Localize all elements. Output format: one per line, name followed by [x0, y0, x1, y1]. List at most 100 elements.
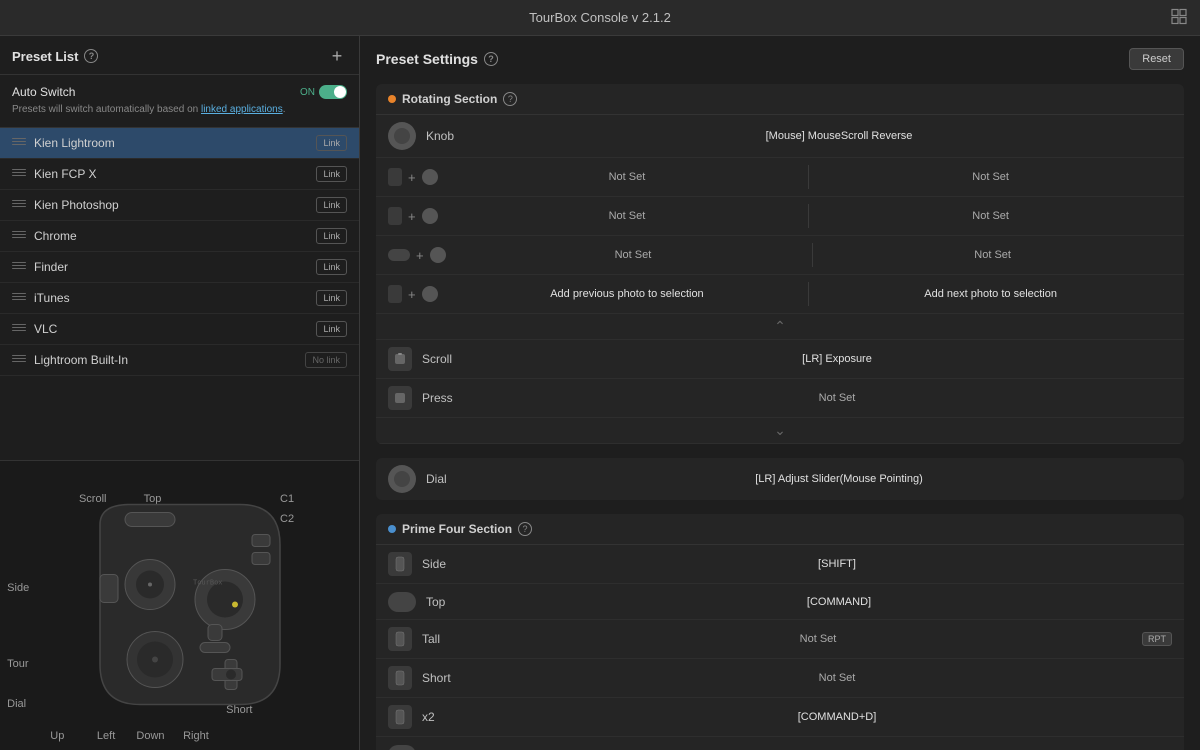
- prime-x2-1-row[interactable]: x2 [COMMAND+D]: [376, 698, 1184, 737]
- app-title: TourBox Console v 2.1.2: [529, 10, 671, 25]
- prime-short-row[interactable]: Short Not Set: [376, 659, 1184, 698]
- preset-list-help-icon[interactable]: ?: [84, 49, 98, 63]
- dial-section: Dial [LR] Adjust Slider(Mouse Pointing): [376, 458, 1184, 500]
- prime-four-title: Prime Four Section: [402, 522, 512, 536]
- combo-row-4-val2: Add next photo to selection: [809, 288, 1172, 300]
- drag-handle-5: [12, 293, 26, 303]
- auto-switch-toggle[interactable]: ON: [300, 85, 347, 99]
- preset-items-list: Kien Lightroom Link Kien FCP X Link Kien…: [0, 128, 359, 460]
- dial-value: [LR] Adjust Slider(Mouse Pointing): [506, 473, 1172, 485]
- left-panel: Preset List ? + Auto Switch ON Presets w…: [0, 36, 360, 750]
- window-icon[interactable]: [1170, 7, 1188, 25]
- preset-item-1[interactable]: Kien FCP X Link: [0, 159, 359, 190]
- combo-row-4-val1: Add previous photo to selection: [446, 288, 809, 300]
- plus-icon-3: +: [416, 248, 424, 263]
- knob-icon: [388, 122, 416, 150]
- preset-item-0[interactable]: Kien Lightroom Link: [0, 128, 359, 159]
- toggle-switch[interactable]: [319, 85, 347, 99]
- preset-name-4: Finder: [34, 260, 316, 274]
- combo-row-2-val1: Not Set: [446, 210, 809, 222]
- combo-row-4[interactable]: + Add previous photo to selection Add ne…: [376, 275, 1184, 314]
- svg-text:TourBox: TourBox: [193, 578, 223, 586]
- drag-handle-1: [12, 169, 26, 179]
- rotating-section-title: Rotating Section: [402, 92, 497, 106]
- prime-x2-1-icon: [388, 705, 412, 729]
- plus-icon-1: +: [408, 170, 416, 185]
- prime-x2-1-label: x2: [422, 710, 502, 724]
- combo-icon-3: +: [388, 247, 446, 263]
- prime-side-row[interactable]: Side [SHIFT]: [376, 545, 1184, 584]
- dial-label-device: Dial: [7, 698, 26, 710]
- preset-item-7[interactable]: Lightroom Built-In No link: [0, 345, 359, 376]
- combo-row-3-val2: Not Set: [813, 249, 1172, 261]
- expand-rotating[interactable]: ⌃: [376, 314, 1184, 340]
- knob-label: Knob: [426, 129, 506, 143]
- wide-icon: [388, 249, 410, 261]
- prime-top-row[interactable]: Top [COMMAND]: [376, 584, 1184, 620]
- preset-item-3[interactable]: Chrome Link: [0, 221, 359, 252]
- drag-handle-0: [12, 138, 26, 148]
- preset-item-6[interactable]: VLC Link: [0, 314, 359, 345]
- preset-settings-label: Preset Settings: [376, 51, 478, 67]
- drag-handle-3: [12, 231, 26, 241]
- right-label: Right: [183, 730, 209, 742]
- prime-short-label: Short: [422, 671, 502, 685]
- down-label: Down: [136, 730, 164, 742]
- preset-item-2[interactable]: Kien Photoshop Link: [0, 190, 359, 221]
- prime-short-icon: [388, 666, 412, 690]
- rotating-section-header: Rotating Section ?: [376, 84, 1184, 115]
- preset-name-5: iTunes: [34, 291, 316, 305]
- knob-row[interactable]: Knob [Mouse] MouseScroll Reverse: [376, 115, 1184, 158]
- expand-rotating-2[interactable]: ⌄: [376, 418, 1184, 444]
- plus-icon-4: +: [408, 287, 416, 302]
- preset-item-5[interactable]: iTunes Link: [0, 283, 359, 314]
- preset-settings-help-icon[interactable]: ?: [484, 52, 498, 66]
- link-badge-7: No link: [305, 352, 347, 368]
- reset-button[interactable]: Reset: [1129, 48, 1184, 70]
- rotating-section-help-icon[interactable]: ?: [503, 92, 517, 106]
- prime-four-help-icon[interactable]: ?: [518, 522, 532, 536]
- prime-tall-icon: [388, 627, 412, 651]
- scroll-icon: [388, 347, 412, 371]
- knob-inner: [394, 128, 410, 144]
- combo-row-2[interactable]: + Not Set Not Set: [376, 197, 1184, 236]
- right-panel: Preset Settings ? Reset Rotating Section…: [360, 36, 1200, 750]
- prime-short-value: Not Set: [502, 672, 1172, 684]
- link-badge-2: Link: [316, 197, 347, 213]
- side-label: Side: [7, 582, 29, 594]
- press-row-value: Not Set: [502, 392, 1172, 404]
- circle-icon-4: [422, 286, 438, 302]
- combo-row-3[interactable]: + Not Set Not Set: [376, 236, 1184, 275]
- auto-switch-row: Auto Switch ON: [12, 85, 347, 99]
- prime-side-icon: [388, 552, 412, 576]
- left-label: Left: [97, 730, 115, 742]
- dial-row[interactable]: Dial [LR] Adjust Slider(Mouse Pointing): [376, 458, 1184, 500]
- device-section: Scroll Top C1 C2 Side Tour Dial Knob Tal…: [0, 460, 359, 750]
- link-badge-3: Link: [316, 228, 347, 244]
- prime-tall-row[interactable]: Tall Not Set RPT: [376, 620, 1184, 659]
- prime-x2-2-row[interactable]: x2 [SPACE]: [376, 737, 1184, 750]
- add-preset-button[interactable]: +: [327, 46, 347, 66]
- combo-icon-2: +: [388, 207, 438, 225]
- combo-row-1[interactable]: + Not Set Not Set: [376, 158, 1184, 197]
- preset-settings-title-group: Preset Settings ?: [376, 51, 498, 67]
- link-badge-4: Link: [316, 259, 347, 275]
- tour-label: Tour: [7, 658, 28, 670]
- auto-switch-link[interactable]: linked applications: [201, 104, 283, 115]
- window-controls[interactable]: [1170, 7, 1188, 28]
- chevron-down-icon: ⌄: [774, 422, 786, 439]
- rect-icon-2: [388, 207, 402, 225]
- prime-x2-1-value: [COMMAND+D]: [502, 711, 1172, 723]
- press-row[interactable]: Press Not Set: [376, 379, 1184, 418]
- drag-handle-2: [12, 200, 26, 210]
- circle-icon: [422, 169, 438, 185]
- combo-icon-1: +: [388, 168, 438, 186]
- combo-icon-4: +: [388, 285, 438, 303]
- press-row-label: Press: [422, 391, 502, 405]
- preset-name-6: VLC: [34, 322, 316, 336]
- preset-item-4[interactable]: Finder Link: [0, 252, 359, 283]
- scroll-row[interactable]: Scroll [LR] Exposure: [376, 340, 1184, 379]
- dial-icon-large: [388, 465, 416, 493]
- preset-name-1: Kien FCP X: [34, 167, 316, 181]
- preset-name-3: Chrome: [34, 229, 316, 243]
